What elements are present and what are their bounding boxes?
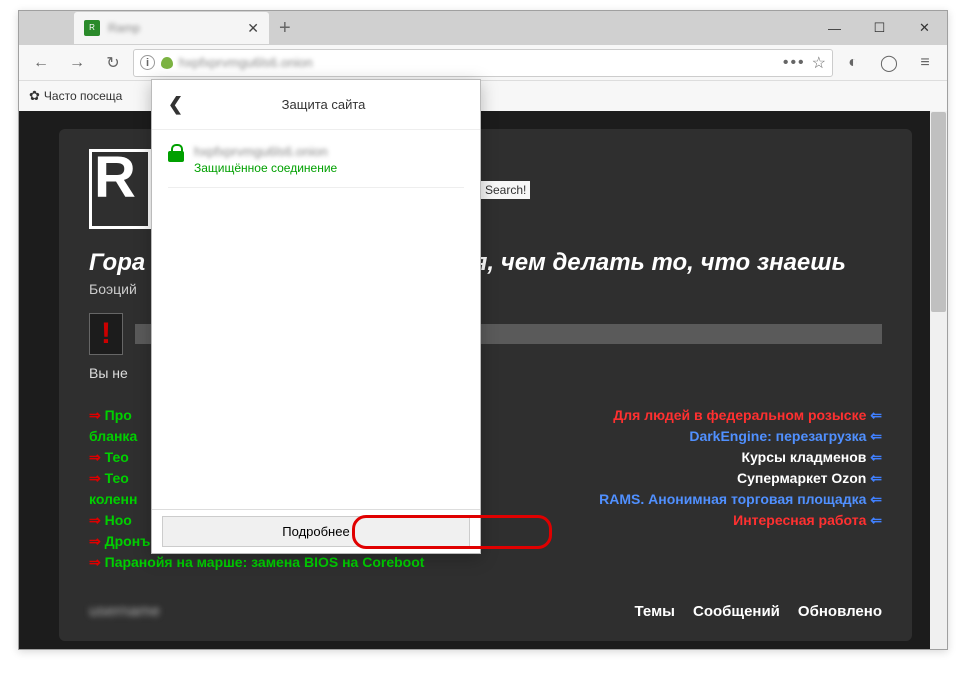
popup-secure-status: Защищённое соединение — [194, 161, 464, 175]
link-item[interactable]: RAMS. Анонимная торговая площадка ⇐ — [501, 489, 883, 510]
link-item[interactable]: Интересная работа ⇐ — [501, 510, 883, 531]
menu-button[interactable]: ≡ — [909, 48, 941, 78]
popup-body: hxpfxprvmgu6ls6.onion Защищённое соедине… — [152, 130, 480, 509]
bottom-tab[interactable]: Обновлено — [798, 603, 882, 621]
link-item[interactable]: Курсы кладменов ⇐ — [501, 447, 883, 468]
tagline-start: Гора — [89, 249, 145, 276]
link-item[interactable]: Супермаркет Ozon ⇐ — [501, 468, 883, 489]
browser-tab[interactable]: R Ramp ✕ — [74, 12, 269, 44]
gear-icon: ✿ — [29, 88, 40, 104]
link-item[interactable]: DarkEngine: перезагрузка ⇐ — [501, 426, 883, 447]
titlebar: R Ramp ✕ + — ☐ ✕ — [19, 11, 947, 45]
link-item[interactable]: ⇒ Паранойя на марше: замена BIOS на Core… — [89, 552, 471, 573]
popup-site-info: hxpfxprvmgu6ls6.onion Защищённое соедине… — [194, 144, 464, 175]
page-actions-icon[interactable]: ••• — [783, 54, 806, 72]
maximize-button[interactable]: ☐ — [857, 12, 902, 44]
tab-favicon-icon: R — [84, 20, 100, 36]
bookmark-star-icon[interactable]: ☆ — [812, 53, 826, 73]
tab-title: Ramp — [108, 21, 247, 35]
browser-window: R Ramp ✕ + — ☐ ✕ ← → ↻ i hxpfxprvmgu6ls6… — [18, 10, 948, 650]
new-tab-button[interactable]: + — [279, 17, 291, 40]
details-button[interactable]: Подробнее — [162, 516, 470, 547]
bookmark-label: Часто посеща — [44, 89, 122, 103]
warning-icon: ! — [89, 313, 123, 355]
window-controls: — ☐ ✕ — [812, 12, 947, 44]
scrollbar[interactable] — [930, 111, 947, 649]
navbar: ← → ↻ i hxpfxprvmgu6ls6.onion ••• ☆ ◐ ◯ … — [19, 45, 947, 81]
bottom-section: username Темы Сообщений Обновлено — [89, 603, 882, 621]
tab-close-icon[interactable]: ✕ — [247, 20, 259, 37]
search-fragment[interactable]: Search! — [481, 181, 530, 199]
popup-header: ❮ Защита сайта — [152, 80, 480, 130]
onion-icon — [161, 57, 173, 69]
popup-divider — [168, 187, 464, 188]
username-blurred: username — [89, 603, 160, 621]
tagline-end: тся, чем делать то, что знаешь — [439, 249, 846, 276]
url-text: hxpfxprvmgu6ls6.onion — [179, 55, 777, 70]
bottom-tab[interactable]: Темы — [635, 603, 675, 621]
popup-back-icon[interactable]: ❮ — [168, 94, 183, 115]
minimize-button[interactable]: — — [812, 12, 857, 44]
reload-button[interactable]: ↻ — [97, 48, 129, 78]
popup-domain: hxpfxprvmgu6ls6.onion — [194, 144, 464, 159]
site-logo[interactable]: R — [89, 149, 151, 229]
back-button[interactable]: ← — [25, 48, 57, 78]
forward-button[interactable]: → — [61, 48, 93, 78]
logo-letter: R — [94, 152, 136, 204]
bottom-tab[interactable]: Сообщений — [693, 603, 780, 621]
lock-icon — [168, 144, 184, 162]
popup-site-row: hxpfxprvmgu6ls6.onion Защищённое соедине… — [168, 144, 464, 175]
link-item[interactable]: Для людей в федеральном розыске ⇐ — [501, 405, 883, 426]
shield-icon[interactable]: ◯ — [873, 48, 905, 78]
bottom-tabs: Темы Сообщений Обновлено — [635, 603, 882, 621]
scrollbar-thumb[interactable] — [931, 112, 946, 312]
url-bar[interactable]: i hxpfxprvmgu6ls6.onion ••• ☆ — [133, 49, 833, 77]
right-link-column: Для людей в федеральном розыске ⇐DarkEng… — [501, 405, 883, 573]
popup-footer: Подробнее — [152, 509, 480, 553]
frequent-sites-bookmark[interactable]: ✿ Часто посеща — [29, 88, 122, 104]
security-popup: ❮ Защита сайта hxpfxprvmgu6ls6.onion Защ… — [151, 79, 481, 554]
tor-circuit-icon[interactable]: ◐ — [837, 48, 869, 78]
site-info-icon[interactable]: i — [140, 55, 155, 70]
popup-title: Защита сайта — [183, 97, 464, 112]
close-window-button[interactable]: ✕ — [902, 12, 947, 44]
